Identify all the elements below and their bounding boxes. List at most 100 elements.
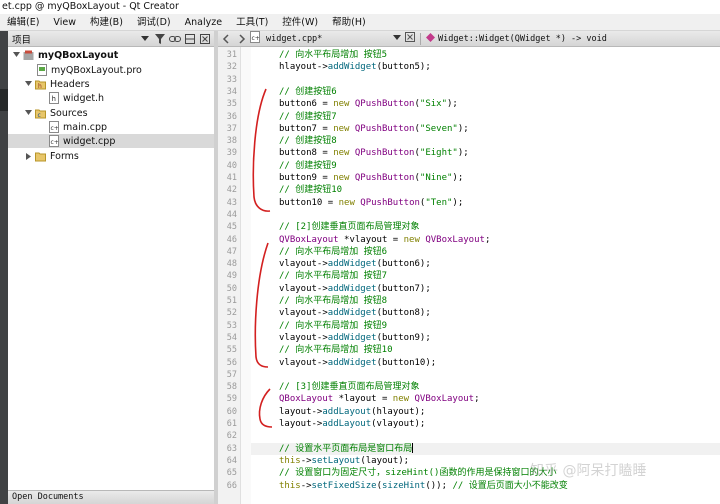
line-number-62[interactable]: 62 — [227, 430, 237, 442]
code-line-45: // [2]创建垂直页面布局管理对象 — [279, 222, 420, 233]
menu-analyze[interactable]: Analyze — [178, 14, 229, 31]
function-selector[interactable]: Widget::Widget(QWidget *) -> void — [424, 32, 607, 45]
line-number-35[interactable]: 35 — [227, 98, 237, 110]
line-number-58[interactable]: 58 — [227, 381, 237, 393]
line-number-45[interactable]: 45 — [227, 221, 237, 233]
code-line-42: // 创建按钮10 — [279, 185, 343, 196]
code-line-65: // 设置窗口为固定尺寸，sizeHint()函数的作用是保持窗口的大小 — [279, 468, 557, 479]
code-line-31: // 向水平布局增加 按钮5 — [279, 50, 388, 60]
code-line-55: // 向水平布局增加 按钮10 — [279, 345, 393, 356]
tree-item-sources[interactable]: c Sources — [24, 106, 88, 120]
svg-text:h: h — [38, 83, 42, 90]
pro-file-icon — [36, 64, 47, 76]
code-line-49: // 向水平布局增加 按钮7 — [279, 271, 388, 282]
code-line-64: this->setLayout(layout); — [279, 455, 410, 466]
line-number-34[interactable]: 34 — [227, 86, 237, 98]
menu-help[interactable]: 帮助(H) — [325, 14, 373, 31]
close-panel-icon[interactable] — [199, 33, 211, 45]
svg-text:c+: c+ — [50, 139, 58, 146]
tree-item-project[interactable]: myQBoxLayout — [12, 48, 118, 62]
line-number-61[interactable]: 61 — [227, 418, 237, 430]
editor-toolbar: c+ widget.cpp* Widget::Widget(QWidget *)… — [218, 31, 720, 47]
line-number-63[interactable]: 63 — [227, 443, 237, 455]
code-editor[interactable]: // 向水平布局增加 按钮5 hlayout->addWidget(button… — [251, 47, 720, 504]
line-number-47[interactable]: 47 — [227, 246, 237, 258]
svg-text:c+: c+ — [50, 125, 58, 132]
filter-icon[interactable] — [154, 33, 166, 45]
tree-item-widget-h[interactable]: h widget.h — [48, 91, 104, 105]
forms-folder-icon — [35, 150, 46, 162]
svg-text:h: h — [51, 95, 55, 103]
headers-folder-icon: h — [35, 78, 46, 90]
line-number-38[interactable]: 38 — [227, 135, 237, 147]
line-number-43[interactable]: 43 — [227, 197, 237, 209]
line-number-57[interactable]: 57 — [227, 369, 237, 381]
line-number-39[interactable]: 39 — [227, 147, 237, 159]
line-number-42[interactable]: 42 — [227, 184, 237, 196]
code-line-41: button9 = new QPushButton("Nine"); — [279, 173, 464, 183]
svg-text:c+: c+ — [252, 35, 260, 42]
mode-edit-active[interactable] — [0, 89, 8, 111]
close-file-icon[interactable] — [405, 32, 415, 45]
tree-item-main-cpp[interactable]: c+ main.cpp — [48, 120, 107, 134]
tree-item-forms[interactable]: Forms — [24, 149, 79, 163]
cpp-file-icon: c+ — [250, 31, 262, 46]
menu-edit[interactable]: 编辑(E) — [0, 14, 46, 31]
line-number-52[interactable]: 52 — [227, 307, 237, 319]
expanded-arrow-icon[interactable] — [12, 51, 21, 60]
link-icon[interactable] — [169, 33, 181, 45]
line-number-56[interactable]: 56 — [227, 357, 237, 369]
line-number-32[interactable]: 32 — [227, 61, 237, 73]
menu-build[interactable]: 构建(B) — [83, 14, 130, 31]
line-number-51[interactable]: 51 — [227, 295, 237, 307]
code-line-59: QBoxLayout *layout = new QVBoxLayout; — [279, 394, 480, 405]
line-number-64[interactable]: 64 — [227, 455, 237, 467]
menu-view[interactable]: View — [46, 14, 83, 31]
menu-tools[interactable]: 工具(T) — [229, 14, 275, 31]
line-number-59[interactable]: 59 — [227, 393, 237, 405]
line-number-55[interactable]: 55 — [227, 344, 237, 356]
current-file-name: widget.cpp* — [266, 33, 323, 44]
line-number-50[interactable]: 50 — [227, 283, 237, 295]
line-number-53[interactable]: 53 — [227, 320, 237, 332]
tree-label-main-cpp: main.cpp — [63, 121, 108, 133]
code-line-35: button6 = new QPushButton("Six"); — [279, 99, 458, 110]
collapsed-arrow-icon[interactable] — [24, 152, 33, 161]
back-arrow-icon[interactable] — [218, 31, 234, 47]
open-documents-header[interactable]: Open Documents — [8, 490, 214, 504]
line-number-48[interactable]: 48 — [227, 258, 237, 270]
code-line-43: button10 = new QPushButton("Ten"); — [279, 197, 464, 208]
line-number-65[interactable]: 65 — [227, 467, 237, 479]
expanded-arrow-icon[interactable] — [24, 80, 33, 89]
sources-folder-icon: c — [35, 107, 46, 119]
menu-debug[interactable]: 调试(D) — [130, 14, 178, 31]
dropdown-arrow-icon[interactable] — [393, 34, 401, 44]
menu-widgets[interactable]: 控件(W) — [275, 14, 325, 31]
line-number-66[interactable]: 66 — [227, 480, 237, 492]
line-number-54[interactable]: 54 — [227, 332, 237, 344]
tree-item-headers[interactable]: h Headers — [24, 77, 90, 91]
line-number-60[interactable]: 60 — [227, 406, 237, 418]
fold-margin[interactable] — [241, 47, 251, 504]
file-selector[interactable]: widget.cpp* — [262, 31, 417, 47]
line-number-36[interactable]: 36 — [227, 111, 237, 123]
tree-item-widget-cpp[interactable]: c+ widget.cpp — [8, 134, 214, 148]
tree-label-pro-file: myQBoxLayout.pro — [51, 64, 142, 76]
split-icon[interactable] — [184, 33, 196, 45]
code-line-32: hlayout->addWidget(button5); — [279, 62, 431, 73]
line-number-33[interactable]: 33 — [227, 74, 237, 86]
project-panel-title[interactable]: 项目 — [8, 32, 139, 46]
line-number-46[interactable]: 46 — [227, 234, 237, 246]
code-line-38: // 创建按钮8 — [279, 136, 337, 147]
line-number-37[interactable]: 37 — [227, 123, 237, 135]
line-number-49[interactable]: 49 — [227, 270, 237, 282]
line-number-gutter[interactable]: 31 32 33 34 35 36 37 38 39 40 41 42 43 44 45 46 47 48 49 50… — [218, 47, 241, 504]
line-number-40[interactable]: 40 — [227, 160, 237, 172]
line-number-41[interactable]: 41 — [227, 172, 237, 184]
forward-arrow-icon[interactable] — [234, 31, 250, 47]
line-number-44[interactable]: 44 — [227, 209, 237, 221]
line-number-31[interactable]: 31 — [227, 49, 237, 61]
expanded-arrow-icon[interactable] — [24, 109, 33, 118]
tree-item-pro-file[interactable]: myQBoxLayout.pro — [36, 63, 142, 77]
dropdown-arrow-icon[interactable] — [139, 33, 151, 45]
